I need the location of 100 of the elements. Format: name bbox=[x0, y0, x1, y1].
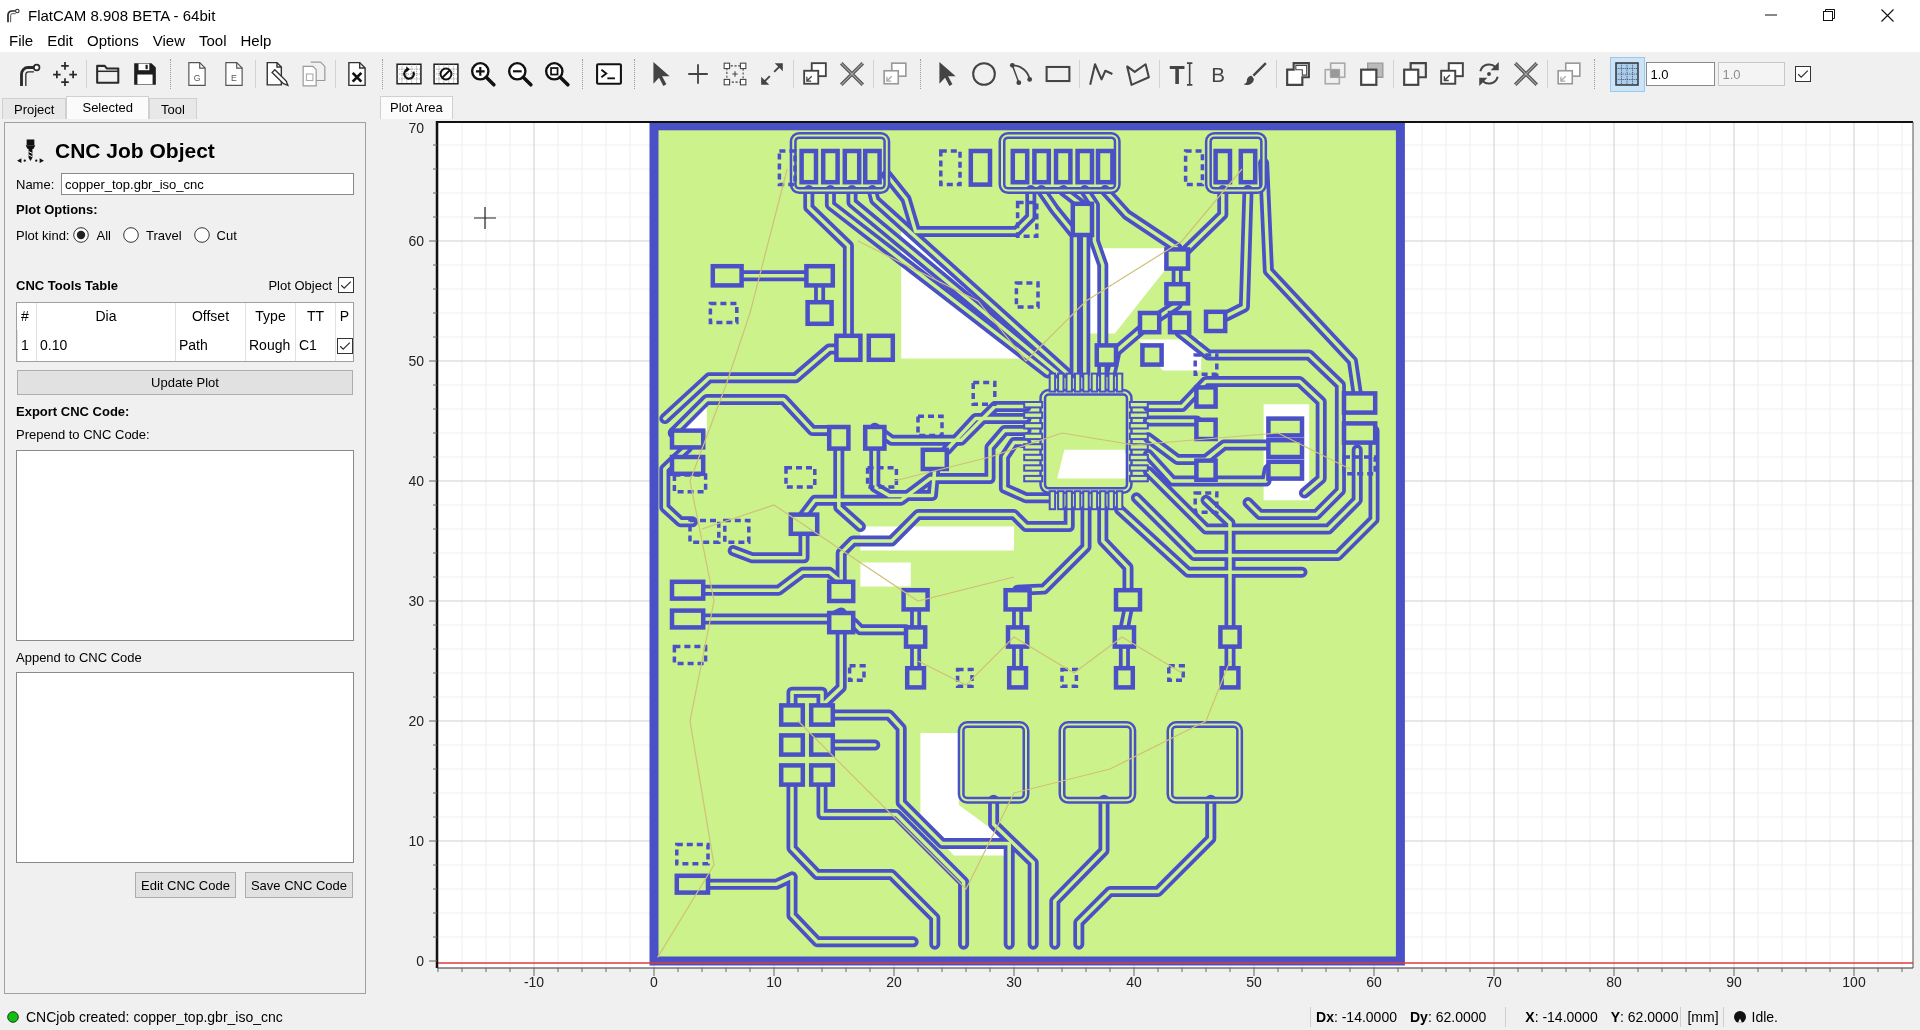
x-mark-icon[interactable] bbox=[839, 61, 865, 87]
section-heading: Export CNC Code: bbox=[16, 404, 131, 420]
status-icon bbox=[1733, 1011, 1746, 1023]
overlap-squares-icon[interactable] bbox=[1556, 61, 1582, 87]
checkbox[interactable] bbox=[337, 337, 353, 354]
field-label: Append to CNC Code bbox=[16, 650, 143, 666]
name-field[interactable]: copper_top.gbr_iso_cnc bbox=[61, 173, 354, 195]
rotate-icon[interactable] bbox=[1476, 61, 1502, 87]
field-label: Prepend to CNC Code: bbox=[16, 427, 151, 443]
expand-icon[interactable] bbox=[759, 61, 785, 87]
code-button[interactable]: Edit CNC Code bbox=[135, 872, 236, 898]
table-cell: Rough bbox=[245, 330, 295, 361]
x-axis-label: -10 bbox=[523, 974, 545, 990]
path-icon[interactable] bbox=[1088, 61, 1114, 87]
x-axis-label: 60 bbox=[1366, 974, 1382, 990]
menu-item[interactable]: Help bbox=[233, 31, 279, 51]
radio-button[interactable] bbox=[193, 227, 210, 243]
delta-readout: Dy: 62.0000 bbox=[1410, 1009, 1487, 1025]
table-cell: 1 bbox=[17, 330, 36, 361]
y-axis-label: 70 bbox=[408, 120, 424, 136]
paint-brush-icon[interactable] bbox=[1242, 61, 1268, 87]
grid-no-icon[interactable] bbox=[433, 61, 459, 87]
restore-icon[interactable] bbox=[1823, 9, 1835, 21]
checkbox[interactable] bbox=[338, 277, 354, 293]
table-cell: C1 bbox=[295, 330, 335, 361]
prepend-code-field[interactable] bbox=[16, 450, 354, 641]
zoom-out-icon[interactable] bbox=[507, 61, 533, 87]
x-axis-label: 40 bbox=[1126, 974, 1142, 990]
app-logo-icon bbox=[4, 7, 20, 23]
drill-icon bbox=[16, 138, 45, 164]
selection-box-icon[interactable] bbox=[722, 61, 748, 87]
units-label: [mm] bbox=[1687, 1009, 1719, 1025]
radio-label: All bbox=[96, 227, 111, 243]
zoom-in-icon[interactable] bbox=[470, 61, 496, 87]
y-axis-label: 40 bbox=[408, 473, 424, 489]
status-message: CNCjob created: copper_top.gbr_iso_cnc bbox=[26, 1009, 283, 1025]
y-axis-label: 60 bbox=[408, 233, 424, 249]
checkbox[interactable] bbox=[1794, 66, 1811, 82]
checkbox-label: Plot Object bbox=[268, 277, 332, 293]
tab[interactable]: Project bbox=[2, 98, 67, 119]
position-readout: X: -14.0000 bbox=[1525, 1009, 1598, 1025]
y-axis-label: 50 bbox=[408, 353, 424, 369]
crosses-icon[interactable] bbox=[52, 61, 78, 87]
column-header: TT bbox=[295, 303, 335, 330]
y-axis-label: 10 bbox=[408, 833, 424, 849]
tab[interactable]: Plot Area bbox=[380, 96, 453, 119]
x-mark-icon[interactable] bbox=[1513, 61, 1539, 87]
zoom-fit-icon[interactable] bbox=[544, 61, 570, 87]
save-icon[interactable] bbox=[132, 61, 158, 87]
append-code-field[interactable] bbox=[16, 672, 354, 863]
copy-icon[interactable] bbox=[802, 61, 828, 87]
grid-snap-button[interactable] bbox=[1609, 56, 1645, 92]
y-axis-label: 0 bbox=[416, 953, 424, 969]
field-label: Plot kind: bbox=[16, 227, 70, 243]
column-header: Type bbox=[245, 303, 295, 330]
radio-label: Cut bbox=[216, 227, 237, 243]
subtraction-icon[interactable] bbox=[1359, 61, 1385, 87]
section-heading: Plot Options: bbox=[16, 202, 99, 218]
update-plot-button[interactable]: Update Plot bbox=[17, 370, 353, 395]
section-heading: CNC Tools Table bbox=[16, 277, 119, 293]
column-header: Dia bbox=[36, 303, 175, 330]
radio-button[interactable] bbox=[122, 227, 139, 243]
table-cell: Path bbox=[175, 330, 245, 361]
x-axis-label: 50 bbox=[1246, 974, 1262, 990]
x-axis-label: 10 bbox=[766, 974, 782, 990]
menu-item[interactable]: Tool bbox=[192, 31, 234, 51]
tab[interactable]: Selected bbox=[66, 96, 150, 119]
union-icon[interactable] bbox=[1285, 61, 1311, 87]
status-dot-icon bbox=[7, 1011, 19, 1023]
grid-refresh-icon[interactable] bbox=[396, 61, 422, 87]
x-axis-label: 30 bbox=[1006, 974, 1022, 990]
polygon-icon[interactable] bbox=[1125, 61, 1151, 87]
window-title: FlatCAM 8.908 BETA - 64bit bbox=[28, 6, 216, 24]
menu-item[interactable]: File bbox=[2, 31, 41, 51]
letter-b-icon[interactable]: B bbox=[1205, 61, 1231, 87]
arc-icon[interactable] bbox=[1008, 61, 1034, 87]
code-button[interactable]: Save CNC Code bbox=[244, 872, 353, 898]
menu-item[interactable]: Options bbox=[80, 31, 146, 51]
documents-icon[interactable] bbox=[301, 61, 327, 87]
x-axis-label: 20 bbox=[886, 974, 902, 990]
x-axis-label: 80 bbox=[1606, 974, 1622, 990]
table-cell: 0.10 bbox=[36, 330, 175, 361]
file-pencil-icon[interactable] bbox=[264, 61, 290, 87]
tab[interactable]: Tool bbox=[149, 98, 197, 119]
overlap-squares-icon[interactable] bbox=[882, 61, 908, 87]
close-icon[interactable] bbox=[1880, 8, 1894, 22]
number-field[interactable]: 1.0 bbox=[1645, 62, 1715, 86]
circle-icon[interactable] bbox=[971, 61, 997, 87]
crosshair-icon bbox=[473, 206, 497, 230]
cut-icon[interactable] bbox=[1402, 61, 1428, 87]
y-axis-label: 20 bbox=[408, 713, 424, 729]
terminal-icon[interactable] bbox=[596, 61, 622, 87]
menu-item[interactable]: Edit bbox=[40, 31, 81, 51]
column-header: # bbox=[20, 307, 30, 326]
move-icon[interactable] bbox=[1439, 61, 1465, 87]
menu-item[interactable]: View bbox=[145, 31, 192, 51]
plus-icon[interactable] bbox=[685, 61, 711, 87]
y-axis-label: 30 bbox=[408, 593, 424, 609]
x-axis-label: 0 bbox=[650, 974, 658, 990]
radio-button[interactable] bbox=[73, 227, 90, 243]
